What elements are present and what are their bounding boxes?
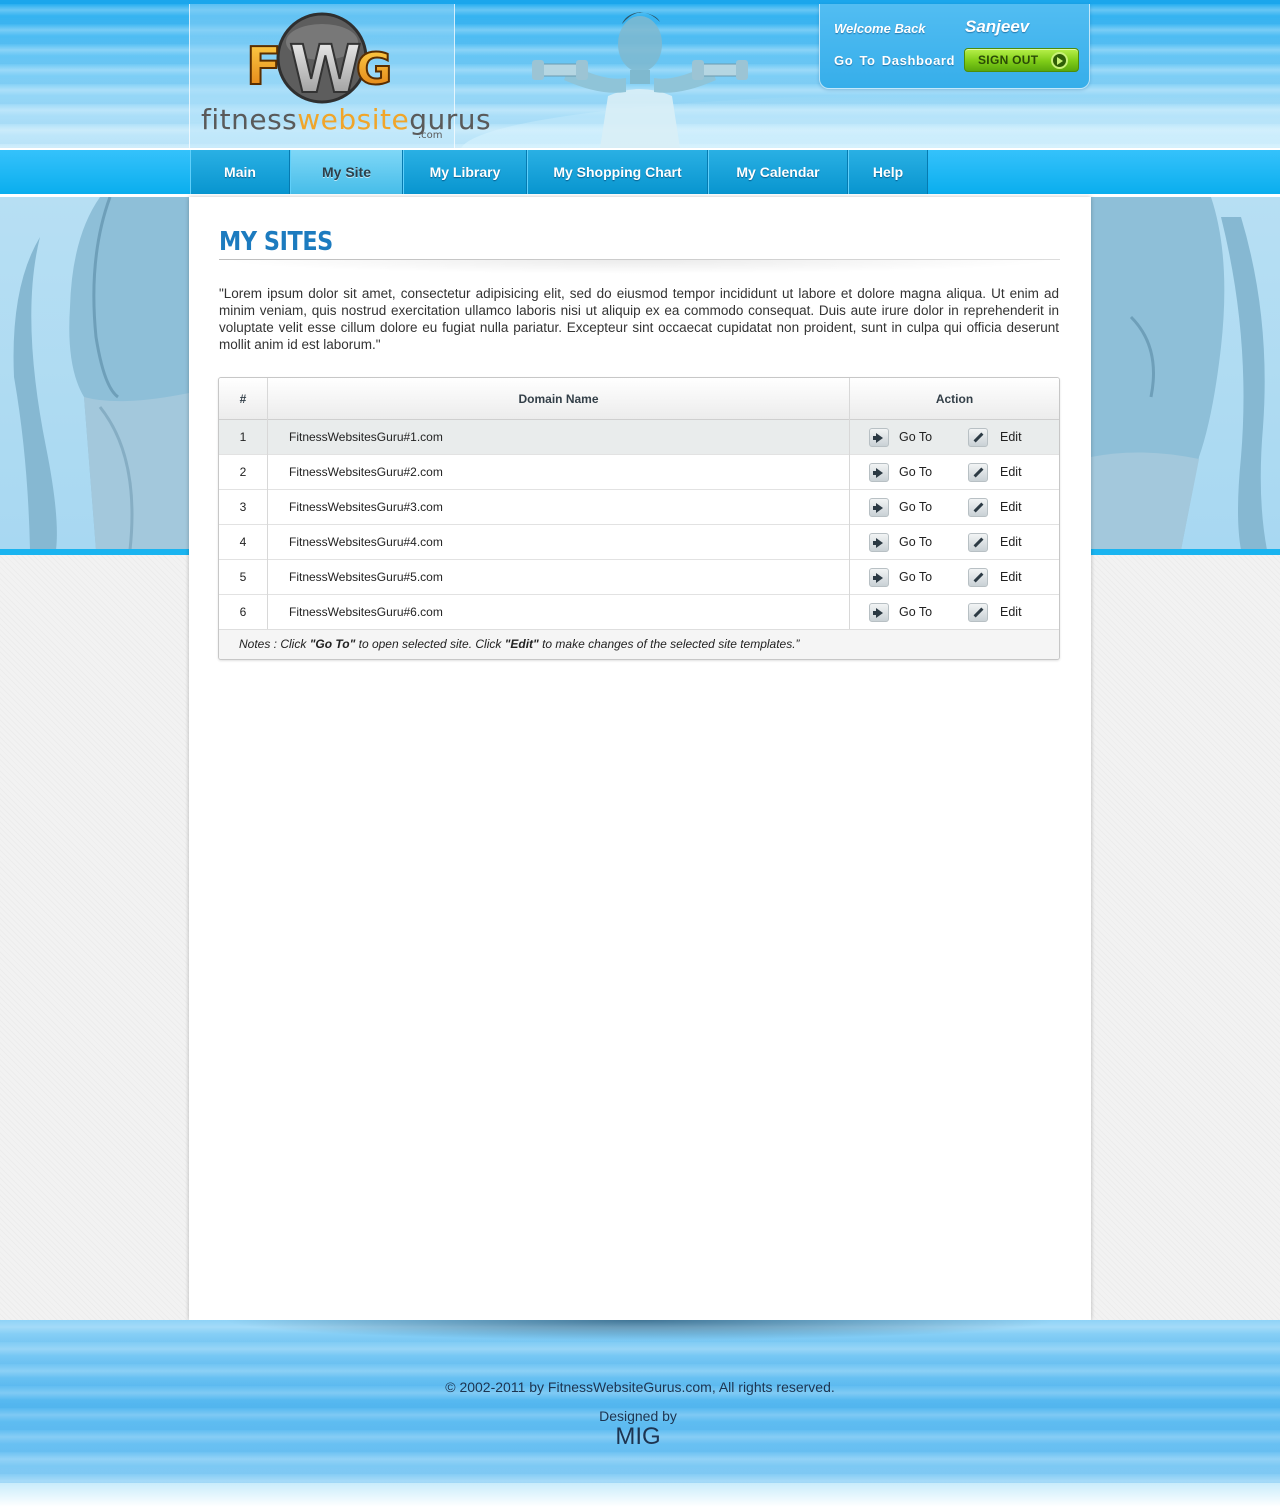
edit-pencil-icon[interactable]: [968, 498, 988, 517]
edit-link[interactable]: Edit: [1000, 525, 1022, 560]
table-notes: Notes : Click "Go To" to open selected s…: [219, 629, 1059, 659]
row-domain: FitnessWebsitesGuru#2.com: [289, 465, 443, 479]
row-number: 1: [239, 430, 247, 444]
edit-pencil-icon[interactable]: [968, 568, 988, 587]
left-side-background: [0, 197, 189, 550]
column-divider: [849, 378, 850, 629]
edit-pencil-icon[interactable]: [968, 428, 988, 447]
notes-middle: to open selected site. Click: [355, 637, 505, 651]
svg-text:F: F: [246, 37, 282, 97]
table-row: 3 FitnessWebsitesGuru#3.com Go To Edit: [219, 490, 1059, 525]
logo-text-mid: website: [297, 103, 410, 136]
edit-pencil-icon[interactable]: [968, 463, 988, 482]
male-torso-left-image: [13, 197, 189, 550]
logo-dotcom: .com: [418, 130, 443, 141]
go-to-arrow-icon[interactable]: [869, 533, 889, 552]
page-title: MY SITES: [219, 227, 333, 257]
go-to-link[interactable]: Go To: [899, 525, 932, 560]
sites-table: # Domain Name Action 1 FitnessWebsitesGu…: [218, 377, 1060, 660]
table-row: 5 FitnessWebsitesGuru#5.com Go To Edit: [219, 560, 1059, 595]
row-number: 5: [239, 570, 247, 584]
row-number: 2: [239, 465, 247, 479]
row-domain: FitnessWebsitesGuru#3.com: [289, 500, 443, 514]
nav-item-my-site[interactable]: My Site: [290, 150, 403, 194]
logo-text-start: fitness: [201, 103, 298, 136]
designed-by-label: Designed by: [599, 1408, 677, 1424]
fwg-logo-emblem[interactable]: F W G: [244, 12, 398, 104]
main-content: MY SITES "Lorem ipsum dolor sit amet, co…: [189, 197, 1091, 1320]
edit-link[interactable]: Edit: [1000, 455, 1022, 490]
notes-edit-emphasis: "Edit": [504, 637, 539, 651]
nav-list: Main My Site My Library My Shopping Char…: [190, 150, 928, 194]
row-domain: FitnessWebsitesGuru#6.com: [289, 605, 443, 619]
go-to-link[interactable]: Go To: [899, 455, 932, 490]
table-header: # Domain Name Action: [219, 378, 1059, 420]
nav-item-my-calendar[interactable]: My Calendar: [708, 150, 848, 194]
go-to-arrow-icon[interactable]: [869, 463, 889, 482]
go-to-dashboard-link[interactable]: Go To Dashboard: [834, 53, 955, 68]
copyright-text: © 2002-2011 by FitnessWebsiteGurus.com, …: [445, 1379, 835, 1395]
row-number: 3: [239, 500, 247, 514]
nav-item-main[interactable]: Main: [190, 150, 290, 194]
intro-paragraph: "Lorem ipsum dolor sit amet, consectetur…: [219, 286, 1059, 352]
notes-goto-emphasis: "Go To": [309, 637, 356, 651]
column-divider: [267, 378, 268, 629]
edit-link[interactable]: Edit: [1000, 490, 1022, 525]
right-side-background: [1091, 197, 1280, 550]
sign-out-label: SIGN OUT: [978, 53, 1039, 67]
table-row: 6 FitnessWebsitesGuru#6.com Go To Edit: [219, 595, 1059, 630]
go-to-link[interactable]: Go To: [899, 420, 932, 455]
main-navigation: Main My Site My Library My Shopping Char…: [0, 148, 1280, 197]
welcome-panel: [819, 4, 1090, 89]
row-number: 6: [239, 605, 247, 619]
row-domain: FitnessWebsitesGuru#4.com: [289, 535, 443, 549]
edit-pencil-icon[interactable]: [968, 533, 988, 552]
go-to-arrow-icon[interactable]: [869, 498, 889, 517]
go-to-link[interactable]: Go To: [899, 490, 932, 525]
nav-item-my-library[interactable]: My Library: [403, 150, 527, 194]
row-domain: FitnessWebsitesGuru#1.com: [289, 430, 443, 444]
fitness-woman-image: [532, 12, 748, 148]
column-header-number: #: [239, 392, 247, 406]
sign-out-button[interactable]: SIGN OUT: [964, 48, 1079, 72]
svg-text:G: G: [356, 44, 392, 95]
footer-bottom-band: [0, 1483, 1280, 1507]
welcome-label: Welcome Back: [834, 21, 926, 36]
table-row: 1 FitnessWebsitesGuru#1.com Go To Edit: [219, 420, 1059, 455]
site-footer: © 2002-2011 by FitnessWebsiteGurus.com, …: [0, 1320, 1280, 1507]
column-header-action: Action: [935, 392, 974, 406]
table-row: 4 FitnessWebsitesGuru#4.com Go To Edit: [219, 525, 1059, 560]
column-header-domain: Domain Name: [518, 392, 599, 406]
notes-suffix: to make changes of the selected site tem…: [538, 637, 800, 651]
logo-wordmark[interactable]: fitnesswebsitegurus: [201, 104, 491, 136]
nav-item-my-shopping-chart[interactable]: My Shopping Chart: [527, 150, 708, 194]
go-to-link[interactable]: Go To: [899, 560, 932, 595]
play-circle-icon: [1051, 52, 1068, 69]
designer-name[interactable]: MIG: [0, 1423, 1276, 1451]
edit-pencil-icon[interactable]: [968, 603, 988, 622]
edit-link[interactable]: Edit: [1000, 420, 1022, 455]
title-divider-shadow: [219, 260, 1060, 274]
row-number: 4: [239, 535, 247, 549]
go-to-arrow-icon[interactable]: [869, 428, 889, 447]
go-to-arrow-icon[interactable]: [869, 603, 889, 622]
go-to-arrow-icon[interactable]: [869, 568, 889, 587]
edit-link[interactable]: Edit: [1000, 560, 1022, 595]
notes-prefix: Notes : Click: [239, 637, 310, 651]
user-name: Sanjeev: [965, 17, 1030, 36]
svg-text:W: W: [289, 31, 362, 104]
male-torso-right-image: [1091, 197, 1267, 550]
table-row: 2 FitnessWebsitesGuru#2.com Go To Edit: [219, 455, 1059, 490]
edit-link[interactable]: Edit: [1000, 595, 1022, 630]
footer-shadow: [189, 1320, 1091, 1342]
nav-item-help[interactable]: Help: [848, 150, 928, 194]
row-domain: FitnessWebsitesGuru#5.com: [289, 570, 443, 584]
go-to-link[interactable]: Go To: [899, 595, 932, 630]
